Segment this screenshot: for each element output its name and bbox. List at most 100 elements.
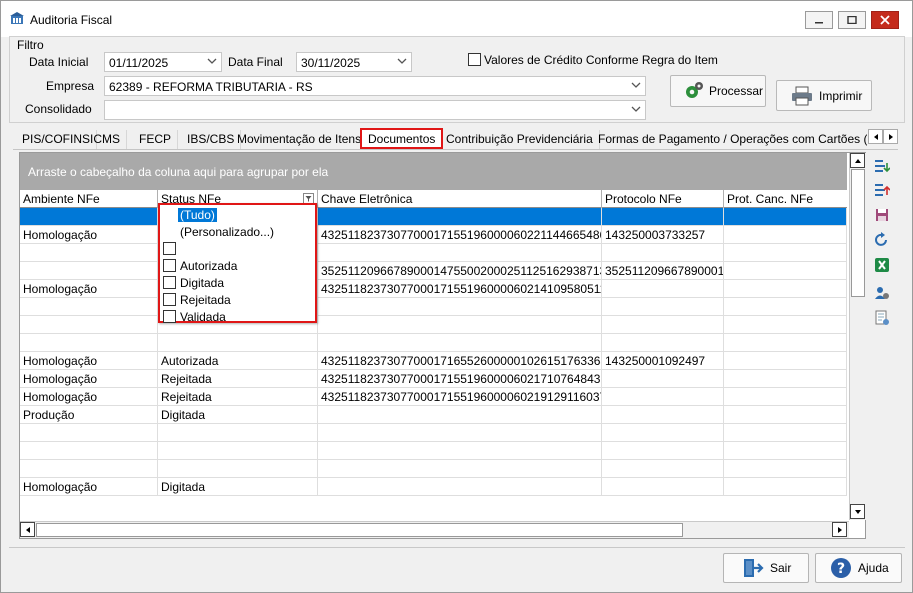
cell-canc[interactable] bbox=[724, 316, 847, 334]
cell-protocolo[interactable] bbox=[602, 424, 724, 442]
tab-formas-pagamento[interactable]: Formas de Pagamento / Operações com Cart… bbox=[592, 130, 867, 149]
table-row[interactable] bbox=[20, 442, 847, 460]
column-header-prot-canc[interactable]: Prot. Canc. NFe bbox=[724, 190, 847, 208]
filter-option-rejeitada[interactable]: Rejeitada bbox=[162, 291, 314, 308]
data-final-field[interactable]: 30/11/2025 bbox=[296, 52, 412, 72]
cell-protocolo[interactable] bbox=[602, 334, 724, 352]
table-row[interactable]: Homologação Digitada bbox=[20, 478, 847, 496]
cell-chave[interactable]: 4325118237307700017155196000060214109580… bbox=[318, 280, 602, 298]
column-header-protocolo[interactable]: Protocolo NFe bbox=[602, 190, 724, 208]
cell-canc[interactable] bbox=[724, 262, 847, 280]
cell-status[interactable] bbox=[158, 442, 318, 460]
maximize-button[interactable] bbox=[838, 11, 866, 29]
cell-ambiente[interactable] bbox=[20, 424, 158, 442]
cell-protocolo[interactable] bbox=[602, 388, 724, 406]
filter-option-checkbox[interactable] bbox=[163, 242, 176, 255]
cell-canc[interactable] bbox=[724, 244, 847, 262]
cell-protocolo[interactable] bbox=[602, 316, 724, 334]
processar-button[interactable]: Processar bbox=[670, 75, 766, 107]
cell-protocolo[interactable]: 143250003733257 bbox=[602, 226, 724, 244]
cell-status[interactable]: Digitada bbox=[158, 406, 318, 424]
cell-status[interactable]: Rejeitada bbox=[158, 388, 318, 406]
cell-status[interactable]: Rejeitada bbox=[158, 370, 318, 388]
cell-protocolo[interactable] bbox=[602, 298, 724, 316]
filter-option-autorizada[interactable]: Autorizada bbox=[162, 257, 314, 274]
filter-option-tudo[interactable]: (Tudo) bbox=[162, 206, 314, 223]
users-settings-icon[interactable] bbox=[874, 285, 890, 301]
cell-ambiente[interactable]: Homologação bbox=[20, 478, 158, 496]
cell-status[interactable] bbox=[158, 334, 318, 352]
cell-ambiente[interactable] bbox=[20, 262, 158, 280]
cell-chave[interactable] bbox=[318, 244, 602, 262]
refresh-icon[interactable] bbox=[874, 232, 890, 248]
cell-ambiente[interactable] bbox=[20, 316, 158, 334]
cell-protocolo[interactable] bbox=[602, 442, 724, 460]
expand-rows-icon[interactable] bbox=[874, 158, 890, 174]
table-row[interactable] bbox=[20, 424, 847, 442]
filter-option-blank[interactable] bbox=[162, 240, 314, 257]
table-row[interactable] bbox=[20, 244, 847, 262]
collapse-rows-icon[interactable] bbox=[874, 182, 890, 198]
filter-option-checkbox[interactable] bbox=[163, 293, 176, 306]
cell-canc[interactable] bbox=[724, 208, 847, 226]
scroll-left-button[interactable] bbox=[20, 522, 35, 537]
cell-chave[interactable] bbox=[318, 406, 602, 424]
column-header-ambiente[interactable]: Ambiente NFe bbox=[20, 190, 158, 208]
cell-ambiente[interactable] bbox=[20, 334, 158, 352]
tab-documentos[interactable]: Documentos bbox=[360, 128, 444, 149]
cell-protocolo[interactable] bbox=[602, 406, 724, 424]
table-row[interactable]: 3525112096678900014755002000251125162938… bbox=[20, 262, 847, 280]
cell-chave[interactable]: 4325118237307700017155196000060217107648… bbox=[318, 370, 602, 388]
ajuda-button[interactable]: ? Ajuda bbox=[815, 553, 902, 583]
table-row[interactable]: Produção Digitada bbox=[20, 406, 847, 424]
table-row[interactable]: Homologação 43251182373077000171551960000… bbox=[20, 280, 847, 298]
filter-option-checkbox[interactable] bbox=[163, 310, 176, 323]
cell-canc[interactable] bbox=[724, 226, 847, 244]
cell-chave[interactable] bbox=[318, 460, 602, 478]
cell-protocolo[interactable] bbox=[602, 244, 724, 262]
table-row[interactable] bbox=[20, 298, 847, 316]
cell-ambiente[interactable] bbox=[20, 298, 158, 316]
cell-chave[interactable]: 3525112096678900014755002000251125162938… bbox=[318, 262, 602, 280]
cell-protocolo[interactable] bbox=[602, 370, 724, 388]
filter-option-checkbox[interactable] bbox=[163, 259, 176, 272]
table-row[interactable] bbox=[20, 208, 847, 226]
cell-chave[interactable] bbox=[318, 208, 602, 226]
filter-option-checkbox[interactable] bbox=[163, 276, 176, 289]
cell-canc[interactable] bbox=[724, 280, 847, 298]
cell-canc[interactable] bbox=[724, 406, 847, 424]
save-icon[interactable] bbox=[874, 207, 890, 223]
cell-protocolo[interactable] bbox=[602, 280, 724, 298]
cell-chave[interactable]: 4325118237307700017155196000060221144665… bbox=[318, 226, 602, 244]
table-row[interactable] bbox=[20, 460, 847, 478]
cell-chave[interactable] bbox=[318, 334, 602, 352]
cell-protocolo[interactable] bbox=[602, 460, 724, 478]
cell-canc[interactable] bbox=[724, 424, 847, 442]
cell-chave[interactable] bbox=[318, 442, 602, 460]
cell-ambiente[interactable]: Homologação bbox=[20, 352, 158, 370]
close-button[interactable] bbox=[871, 11, 899, 29]
table-row[interactable] bbox=[20, 334, 847, 352]
cell-chave[interactable] bbox=[318, 316, 602, 334]
excel-export-icon[interactable] bbox=[874, 257, 890, 273]
filter-option-personalizado[interactable]: (Personalizado...) bbox=[162, 223, 314, 240]
horizontal-scroll-thumb[interactable] bbox=[36, 523, 683, 537]
cell-protocolo[interactable] bbox=[602, 478, 724, 496]
cell-status[interactable]: Autorizada bbox=[158, 352, 318, 370]
cell-protocolo[interactable]: 143250001092497 bbox=[602, 352, 724, 370]
cell-ambiente[interactable] bbox=[20, 442, 158, 460]
cell-canc[interactable] bbox=[724, 334, 847, 352]
table-row[interactable]: Homologação Rejeitada 43251182373077000171… bbox=[20, 388, 847, 406]
cell-ambiente[interactable]: Homologação bbox=[20, 370, 158, 388]
tab-movimentacao-itens[interactable]: Movimentação de Itens bbox=[231, 130, 369, 149]
filter-option-digitada[interactable]: Digitada bbox=[162, 274, 314, 291]
minimize-button[interactable] bbox=[805, 11, 833, 29]
tab-scroll-right[interactable] bbox=[883, 129, 898, 144]
cell-chave[interactable] bbox=[318, 298, 602, 316]
tab-scroll-left[interactable] bbox=[868, 129, 883, 144]
table-row[interactable]: Homologação 43251182373077000171551960000… bbox=[20, 226, 847, 244]
cell-protocolo[interactable] bbox=[602, 208, 724, 226]
cell-canc[interactable] bbox=[724, 442, 847, 460]
cell-status[interactable] bbox=[158, 460, 318, 478]
scroll-up-button[interactable] bbox=[850, 153, 865, 168]
